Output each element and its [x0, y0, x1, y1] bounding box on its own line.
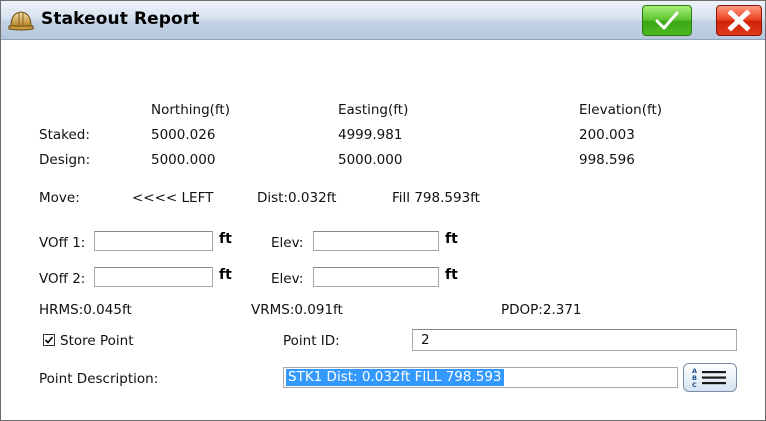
svg-text:C: C: [692, 381, 697, 389]
hardhat-icon: [8, 7, 34, 33]
stakeout-report-window: Stakeout Report Northing(ft) Easting(ft)…: [0, 0, 766, 421]
elev1-label: Elev:: [271, 235, 304, 251]
ok-button[interactable]: [642, 5, 692, 36]
description-list-button[interactable]: A B C: [683, 363, 737, 392]
point-id-value: 2: [421, 332, 430, 348]
point-description-input[interactable]: STK1 Dist: 0.032ft FILL 798.593: [283, 367, 678, 388]
point-id-label: Point ID:: [283, 333, 340, 349]
voff2-label: VOff 2:: [39, 271, 86, 287]
voff1-input[interactable]: [94, 231, 213, 251]
elev2-label: Elev:: [271, 271, 304, 287]
staked-easting: 4999.981: [338, 127, 403, 143]
staked-northing: 5000.026: [151, 127, 216, 143]
northing-header: Northing(ft): [151, 102, 230, 118]
design-elevation: 998.596: [579, 152, 635, 168]
cancel-button[interactable]: [716, 5, 762, 36]
hrms-value: HRMS:0.045ft: [39, 302, 132, 318]
design-northing: 5000.000: [151, 152, 216, 168]
vrms-value: VRMS:0.091ft: [251, 302, 343, 318]
elev2-unit: ft: [445, 267, 458, 283]
elevation-header: Elevation(ft): [579, 102, 663, 118]
pdop-value: PDOP:2.371: [501, 302, 582, 318]
move-label: Move:: [39, 190, 80, 206]
elev1-input[interactable]: [313, 231, 439, 251]
point-id-input[interactable]: 2: [412, 329, 737, 351]
store-point-checkbox[interactable]: [43, 334, 55, 346]
staked-elevation: 200.003: [579, 127, 635, 143]
elev2-input[interactable]: [313, 267, 439, 287]
title-bar: Stakeout Report: [1, 1, 765, 40]
design-easting: 5000.000: [338, 152, 403, 168]
staked-label: Staked:: [39, 127, 90, 143]
window-title: Stakeout Report: [41, 9, 200, 29]
move-distance: Dist:0.032ft: [257, 190, 337, 206]
design-label: Design:: [39, 152, 91, 168]
point-description-label: Point Description:: [39, 371, 159, 387]
move-direction: <<<< LEFT: [132, 190, 214, 206]
voff2-unit: ft: [219, 267, 232, 283]
voff1-label: VOff 1:: [39, 235, 86, 251]
voff2-input[interactable]: [94, 267, 213, 287]
move-fill: Fill 798.593ft: [392, 190, 480, 206]
store-point-label[interactable]: Store Point: [60, 333, 134, 349]
voff1-unit: ft: [219, 231, 232, 247]
easting-header: Easting(ft): [338, 102, 409, 118]
point-description-value: STK1 Dist: 0.032ft FILL 798.593: [286, 369, 504, 386]
elev1-unit: ft: [445, 231, 458, 247]
